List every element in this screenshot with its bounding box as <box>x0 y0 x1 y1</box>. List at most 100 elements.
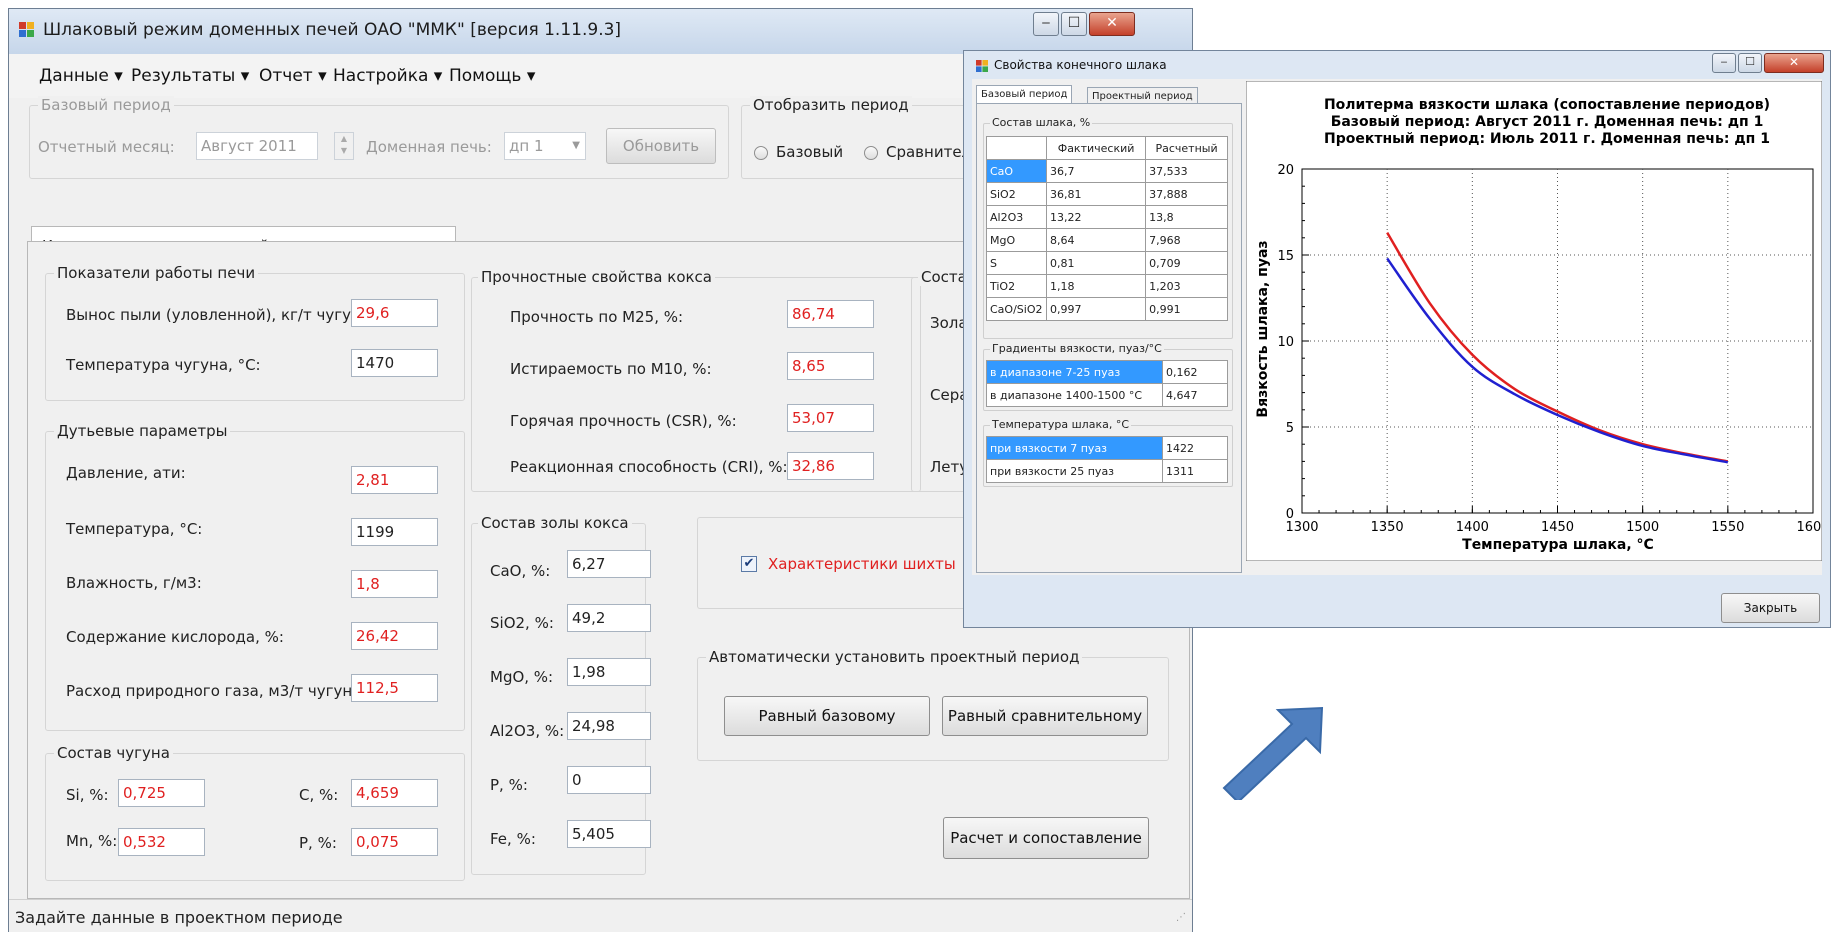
ash-mgo-field[interactable]: 1,98 <box>567 658 651 686</box>
calc-cell: 37,533 <box>1145 159 1228 183</box>
table-row[interactable]: SiO2 36,81 37,888 <box>986 182 1228 206</box>
menu-help[interactable]: Помощь ▾ <box>449 66 535 86</box>
tab-base-period[interactable]: Базовый период <box>976 85 1073 104</box>
calc-cell: 0,709 <box>1145 251 1228 275</box>
c-label: C, %: <box>299 786 339 804</box>
furnace-select[interactable]: дп 1 ▼ <box>504 132 586 160</box>
csr-field[interactable]: 53,07 <box>787 404 874 432</box>
m25-label: Прочность по М25, %: <box>510 308 684 326</box>
blast-temp-field[interactable]: 1199 <box>351 518 438 546</box>
ash-al2o3-field[interactable]: 24,98 <box>567 712 651 740</box>
base-period-title: Базовый период <box>38 96 174 114</box>
value-cell: 1422 <box>1162 436 1228 460</box>
refresh-button[interactable]: Обновить <box>606 128 716 164</box>
arrow-icon <box>1222 706 1324 800</box>
blast-temp-label: Температура, °С: <box>66 520 203 538</box>
p-iron-field[interactable]: 0,075 <box>351 828 438 856</box>
table-row[interactable]: в диапазоне 1400-1500 °С 4,647 <box>986 383 1228 407</box>
month-spinner[interactable]: ▲ ▼ <box>334 132 354 160</box>
table-row[interactable]: Al2O3 13,22 13,8 <box>986 205 1228 229</box>
c-field[interactable]: 4,659 <box>351 779 438 807</box>
row-label: в диапазоне 7-25 пуаз <box>986 360 1163 384</box>
calculate-button[interactable]: Расчет и сопоставление <box>943 817 1149 859</box>
status-bar: Задайте данные в проектном периоде ⋰ <box>9 899 1192 932</box>
dialog-close-icon[interactable]: ✕ <box>1764 53 1824 73</box>
row-label: CaO/SiO2 <box>986 297 1047 321</box>
oxygen-field[interactable]: 26,42 <box>351 622 438 650</box>
gas-field[interactable]: 112,5 <box>351 674 438 702</box>
table-row[interactable]: MgO 8,64 7,968 <box>986 228 1228 252</box>
show-period-group: Отобразить период Базовый Сравнител <box>741 96 972 179</box>
cri-label: Реакционная способность (CRI), %: <box>510 458 788 476</box>
x-tick-label: 1450 <box>1541 520 1574 535</box>
equal-base-button[interactable]: Равный базовому <box>724 696 930 736</box>
ash-p-field[interactable]: 0 <box>567 766 651 794</box>
maximize-button[interactable]: ☐ <box>1061 12 1087 36</box>
table-row[interactable]: в диапазоне 7-25 пуаз 0,162 <box>986 360 1228 384</box>
close-dialog-button[interactable]: Закрыть <box>1721 593 1820 623</box>
cri-field[interactable]: 32,86 <box>787 452 874 480</box>
coke-ash-group: Состав золы кокса CaO, %: 6,27 SiO2, %: … <box>471 514 651 875</box>
radio-base-label: Базовый <box>776 143 844 161</box>
menu-settings[interactable]: Настройка ▾ <box>333 66 442 86</box>
slag-properties-dialog: Свойства конечного шлака ‒ ☐ ✕ Базовый п… <box>963 50 1831 628</box>
iron-temp-label: Температура чугуна, °С: <box>66 356 261 374</box>
m10-field[interactable]: 8,65 <box>787 352 874 380</box>
row-label: MgO <box>986 228 1047 252</box>
resize-grip-icon[interactable]: ⋰ <box>1176 912 1186 923</box>
table-row[interactable]: при вязкости 25 пуаз 1311 <box>986 459 1228 483</box>
dialog-maximize-button[interactable]: ☐ <box>1738 53 1762 73</box>
table-row[interactable]: CaO 36,7 37,533 <box>986 159 1228 183</box>
close-button[interactable]: ✕ <box>1089 12 1135 36</box>
radio-base[interactable] <box>754 146 768 160</box>
x-tick-label: 1500 <box>1626 520 1659 535</box>
table-row[interactable]: S 0,81 0,709 <box>986 251 1228 275</box>
csr-label: Горячая прочность (CSR), %: <box>510 412 737 430</box>
slag-table: Фактический Расчетный CaO 36,7 37,533 SiO2… <box>986 136 1228 321</box>
ash-fe-field[interactable]: 5,405 <box>567 820 651 848</box>
pressure-field[interactable]: 2,81 <box>351 466 438 494</box>
ash-sio2-field[interactable]: 49,2 <box>567 604 651 632</box>
calc-cell: 13,8 <box>1145 205 1228 229</box>
dust-field[interactable]: 29,6 <box>351 299 438 327</box>
minimize-button[interactable]: ‒ <box>1033 12 1059 36</box>
mn-field[interactable]: 0,532 <box>118 828 205 856</box>
iron-temp-field[interactable]: 1470 <box>351 349 438 377</box>
header-cell: Расчетный <box>1145 136 1228 160</box>
table-row[interactable]: CaO/SiO2 0,997 0,991 <box>986 297 1228 321</box>
ash-sio2-label: SiO2, %: <box>490 614 554 632</box>
coke-ash-title: Состав золы кокса <box>478 514 632 532</box>
y-tick-label: 20 <box>1277 163 1294 178</box>
charge-checkbox-label: Характеристики шихты <box>768 555 956 573</box>
value-cell: 4,647 <box>1162 383 1228 407</box>
humidity-field[interactable]: 1,8 <box>351 570 438 598</box>
radio-compare[interactable] <box>864 146 878 160</box>
row-label: CaO <box>986 159 1047 183</box>
auto-period-group: Автоматически установить проектный перио… <box>697 648 1169 761</box>
table-row[interactable]: при вязкости 7 пуаз 1422 <box>986 436 1228 460</box>
radio-compare-label: Сравнител <box>886 143 972 161</box>
dialog-minimize-button[interactable]: ‒ <box>1712 53 1736 73</box>
furnace-indicators-title: Показатели работы печи <box>54 264 259 282</box>
ash-cao-field[interactable]: 6,27 <box>567 550 651 578</box>
status-text: Задайте данные в проектном периоде <box>15 908 343 927</box>
ash-p-label: P, %: <box>490 776 528 794</box>
x-tick-label: 1550 <box>1711 520 1744 535</box>
row-label: S <box>986 251 1047 275</box>
charge-checkbox[interactable]: ✔ <box>741 556 757 572</box>
si-field[interactable]: 0,725 <box>118 779 205 807</box>
menu-data[interactable]: Данные ▾ <box>39 66 123 86</box>
dialog-icon <box>976 60 989 73</box>
actual-cell: 13,22 <box>1045 205 1147 229</box>
menu-report[interactable]: Отчет ▾ <box>259 66 327 86</box>
month-picker[interactable]: Август 2011 <box>196 132 318 160</box>
slag-temperature-title: Температура шлака, °С <box>990 418 1132 431</box>
m10-label: Истираемость по М10, %: <box>510 360 712 378</box>
title-bar: Шлаковый режим доменных печей ОАО "ММК" … <box>9 9 1192 54</box>
equal-compare-button[interactable]: Равный сравнительному <box>942 696 1148 736</box>
menu-results[interactable]: Результаты ▾ <box>131 66 249 86</box>
table-row[interactable]: TiO2 1,18 1,203 <box>986 274 1228 298</box>
header-cell <box>986 136 1047 160</box>
row-label: SiO2 <box>986 182 1047 206</box>
m25-field[interactable]: 86,74 <box>787 300 874 328</box>
